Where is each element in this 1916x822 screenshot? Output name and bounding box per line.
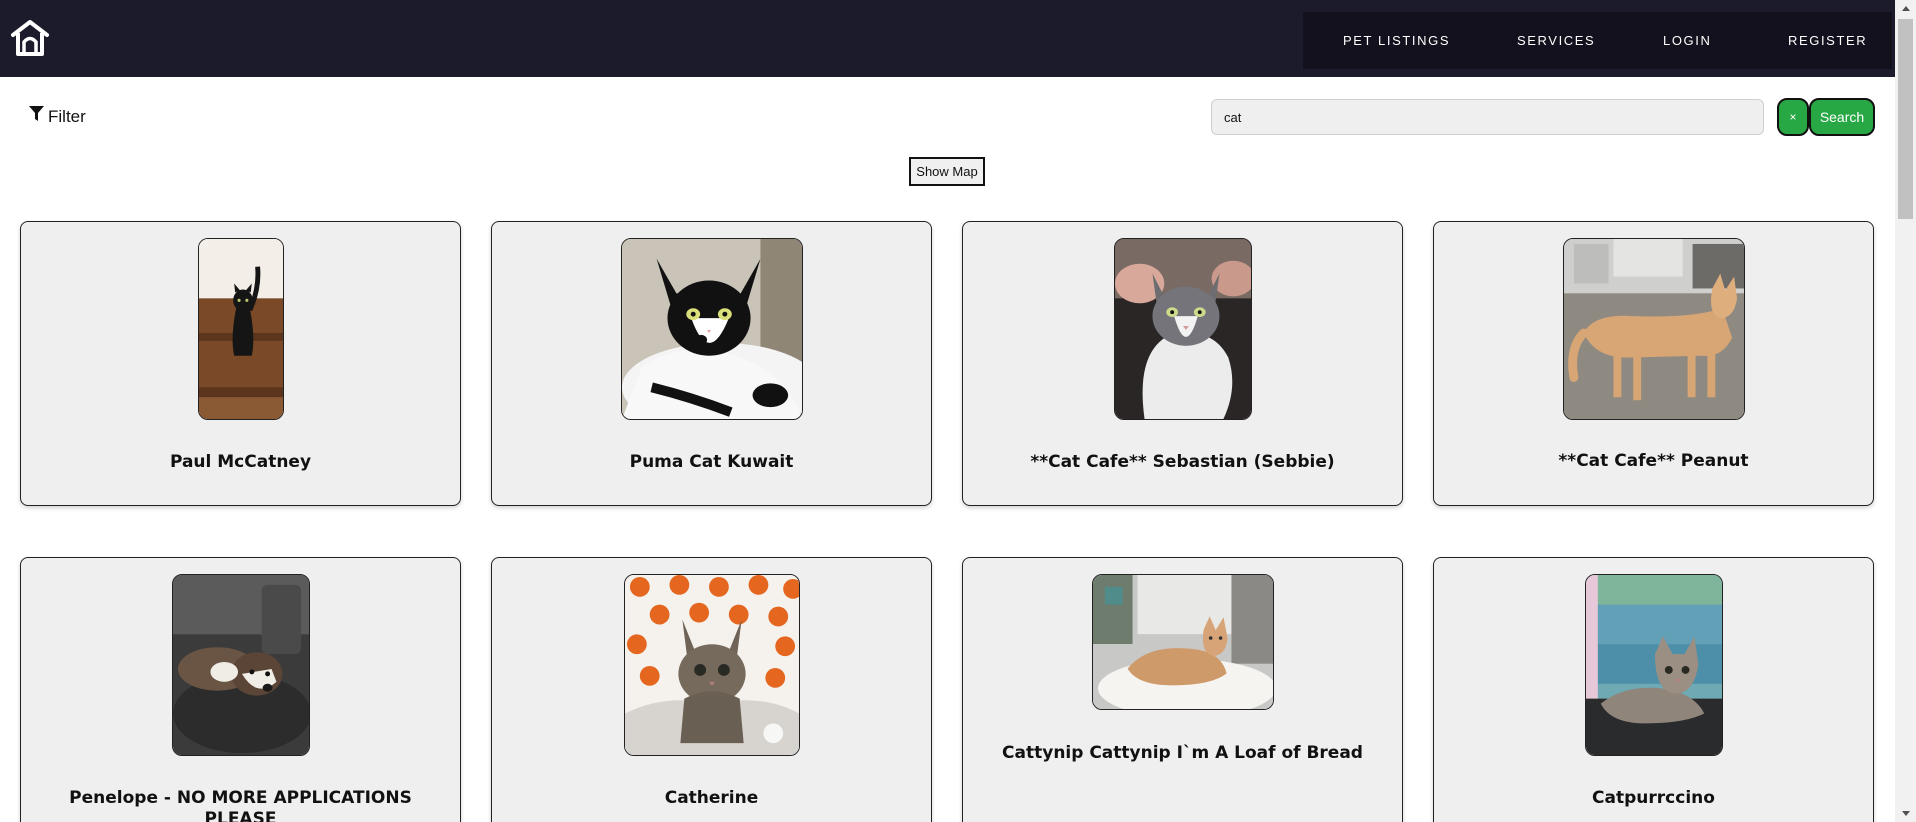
- app: PET LISTINGS SERVICES LOGIN REGISTER Fil…: [0, 0, 1916, 822]
- pet-card[interactable]: **Cat Cafe** Peanut: [1433, 221, 1874, 506]
- main-nav: PET LISTINGS SERVICES LOGIN REGISTER: [1303, 12, 1892, 69]
- filter-label: Filter: [48, 106, 86, 126]
- pet-name[interactable]: Penelope - NO MORE APPLICATIONS PLEASE: [41, 788, 440, 822]
- house-icon[interactable]: [10, 18, 50, 58]
- pet-card[interactable]: Paul McCatney: [20, 221, 461, 506]
- pet-name[interactable]: Puma Cat Kuwait: [512, 452, 911, 473]
- pet-name[interactable]: Catpurrccino: [1454, 788, 1853, 809]
- pet-name[interactable]: Catherine: [512, 788, 911, 809]
- pet-name[interactable]: Cattynip Cattynip I`m A Loaf of Bread: [983, 743, 1382, 764]
- pet-card[interactable]: Catpurrccino: [1433, 557, 1874, 822]
- pet-photo[interactable]: [621, 238, 803, 420]
- filter-icon: [29, 106, 48, 127]
- pet-card[interactable]: **Cat Cafe** Sebastian (Sebbie): [962, 221, 1403, 506]
- vertical-scrollbar[interactable]: [1895, 0, 1916, 822]
- pet-card[interactable]: Penelope - NO MORE APPLICATIONS PLEASE: [20, 557, 461, 822]
- nav-login[interactable]: LOGIN: [1663, 33, 1711, 48]
- filter-button[interactable]: Filter: [29, 106, 86, 127]
- pet-photo[interactable]: [1092, 574, 1274, 710]
- scrollbar-thumb[interactable]: [1898, 19, 1913, 219]
- pet-photo[interactable]: [1114, 238, 1252, 420]
- pet-name[interactable]: **Cat Cafe** Sebastian (Sebbie): [983, 452, 1382, 473]
- pet-name[interactable]: **Cat Cafe** Peanut: [1454, 451, 1853, 472]
- pet-card[interactable]: Puma Cat Kuwait: [491, 221, 932, 506]
- pet-photo[interactable]: [624, 574, 800, 756]
- pet-card[interactable]: Cattynip Cattynip I`m A Loaf of Bread: [962, 557, 1403, 822]
- pet-photo[interactable]: [1585, 574, 1723, 756]
- pet-photo[interactable]: [172, 574, 310, 756]
- top-navbar: PET LISTINGS SERVICES LOGIN REGISTER: [0, 0, 1895, 77]
- pet-photo[interactable]: [1563, 238, 1745, 420]
- nav-services[interactable]: SERVICES: [1517, 33, 1595, 48]
- nav-register[interactable]: REGISTER: [1788, 33, 1867, 48]
- search-button[interactable]: Search: [1809, 98, 1875, 136]
- scroll-down-arrow-icon[interactable]: [1895, 805, 1916, 822]
- scroll-up-arrow-icon[interactable]: [1895, 0, 1916, 17]
- pet-card[interactable]: Catherine: [491, 557, 932, 822]
- nav-pet-listings[interactable]: PET LISTINGS: [1343, 33, 1450, 48]
- pet-photo[interactable]: [198, 238, 284, 420]
- pet-name[interactable]: Paul McCatney: [41, 452, 440, 473]
- show-map-button[interactable]: Show Map: [909, 157, 985, 186]
- clear-search-button[interactable]: ×: [1777, 98, 1809, 136]
- search-input[interactable]: [1211, 99, 1764, 135]
